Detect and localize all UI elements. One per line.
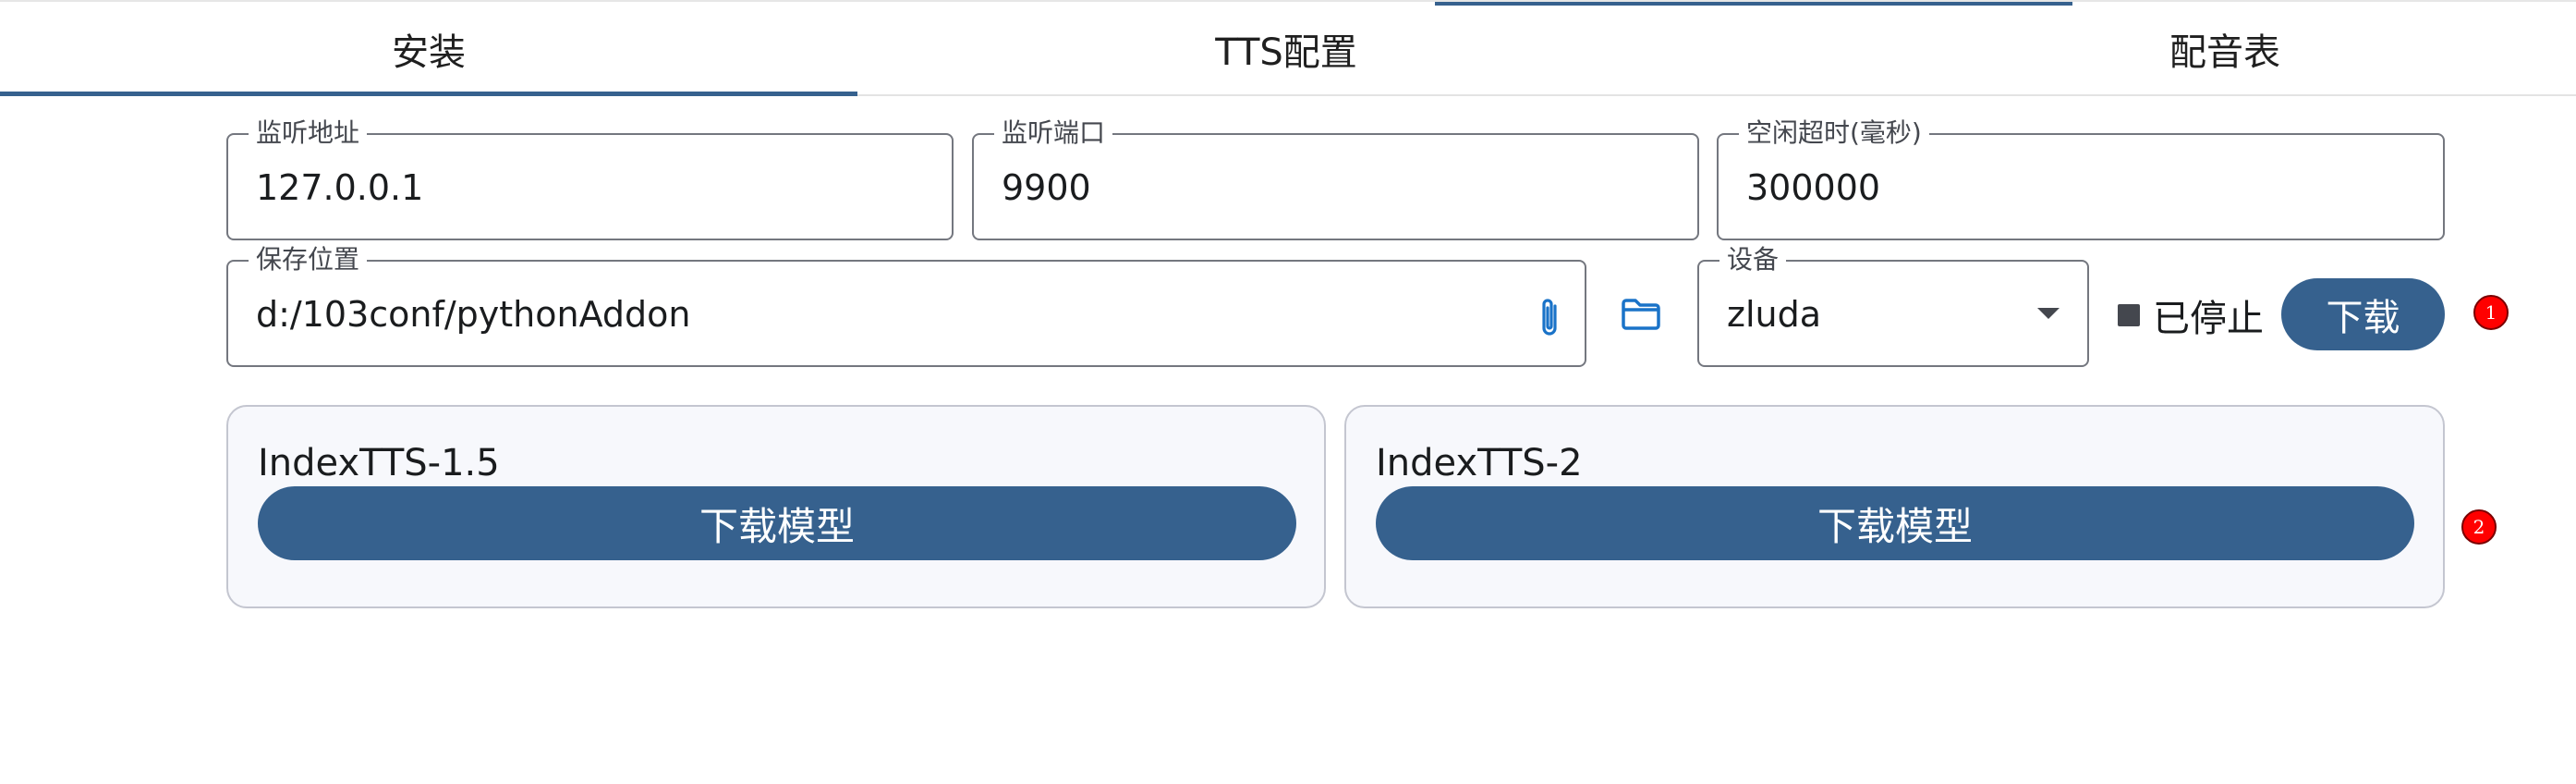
annotation-badge-1: 1 bbox=[2473, 295, 2509, 330]
app-root: 安装 TTS配置 配音表 监听地址 127.0.0.1 监听端口 9900 空闲… bbox=[0, 0, 2576, 784]
model-name: IndexTTS-1.5 bbox=[258, 442, 500, 484]
model-name: IndexTTS-2 bbox=[1376, 442, 1583, 484]
model-card-indextts-2: IndexTTS-2 下载模型 bbox=[1344, 405, 2445, 608]
chevron-down-icon[interactable] bbox=[2037, 308, 2060, 319]
server-status: 已停止 bbox=[2118, 292, 2264, 340]
listen-address-field[interactable]: 监听地址 127.0.0.1 bbox=[226, 117, 954, 240]
listen-port-field[interactable]: 监听端口 9900 bbox=[972, 117, 1699, 240]
download-button-label: 下载 bbox=[2326, 297, 2400, 339]
listen-address-value[interactable]: 127.0.0.1 bbox=[256, 166, 423, 209]
download-model-button[interactable]: 下载模型 bbox=[258, 486, 1296, 560]
tab-install-label: 安装 bbox=[392, 31, 466, 74]
active-tab-indicator bbox=[0, 92, 857, 96]
listen-port-value[interactable]: 9900 bbox=[1002, 166, 1091, 209]
folder-icon bbox=[1622, 299, 1660, 330]
server-status-text: 已停止 bbox=[2153, 298, 2264, 340]
download-button[interactable]: 下载 bbox=[2281, 278, 2445, 350]
annotation-badge-2: 2 bbox=[2461, 509, 2497, 545]
tab-dubbing-table[interactable]: 配音表 bbox=[1781, 2, 2576, 96]
listen-port-label: 监听端口 bbox=[994, 117, 1113, 149]
device-value: zluda bbox=[1727, 294, 1821, 335]
idle-timeout-value[interactable]: 300000 bbox=[1746, 166, 1880, 209]
model-card-indextts-1-5: IndexTTS-1.5 下载模型 bbox=[226, 405, 1326, 608]
paperclip-icon[interactable] bbox=[1537, 293, 1564, 339]
download-model-button[interactable]: 下载模型 bbox=[1376, 486, 2414, 560]
save-location-label: 保存位置 bbox=[249, 244, 368, 276]
save-location-field[interactable]: 保存位置 d:/103conf/pythonAddon bbox=[226, 244, 1586, 367]
stop-square-icon bbox=[2118, 304, 2140, 326]
device-select[interactable]: 设备 zluda bbox=[1697, 244, 2089, 367]
idle-timeout-label: 空闲超时(毫秒) bbox=[1739, 117, 1929, 149]
download-model-button-label: 下载模型 bbox=[1817, 503, 1973, 549]
download-model-button-label: 下载模型 bbox=[699, 503, 855, 549]
device-label: 设备 bbox=[1719, 244, 1787, 276]
idle-timeout-field[interactable]: 空闲超时(毫秒) 300000 bbox=[1717, 117, 2445, 240]
tab-dubbing-table-label: 配音表 bbox=[2169, 31, 2280, 74]
save-location-value[interactable]: d:/103conf/pythonAddon bbox=[256, 293, 691, 336]
tab-bar: 安装 TTS配置 配音表 bbox=[0, 0, 2576, 96]
tab-tts-config-label: TTS配置 bbox=[1215, 31, 1357, 74]
tab-install[interactable]: 安装 bbox=[0, 2, 857, 96]
listen-address-label: 监听地址 bbox=[249, 117, 368, 149]
tab-tts-config[interactable]: TTS配置 bbox=[857, 2, 1715, 96]
browse-folder-button[interactable] bbox=[1617, 292, 1665, 337]
